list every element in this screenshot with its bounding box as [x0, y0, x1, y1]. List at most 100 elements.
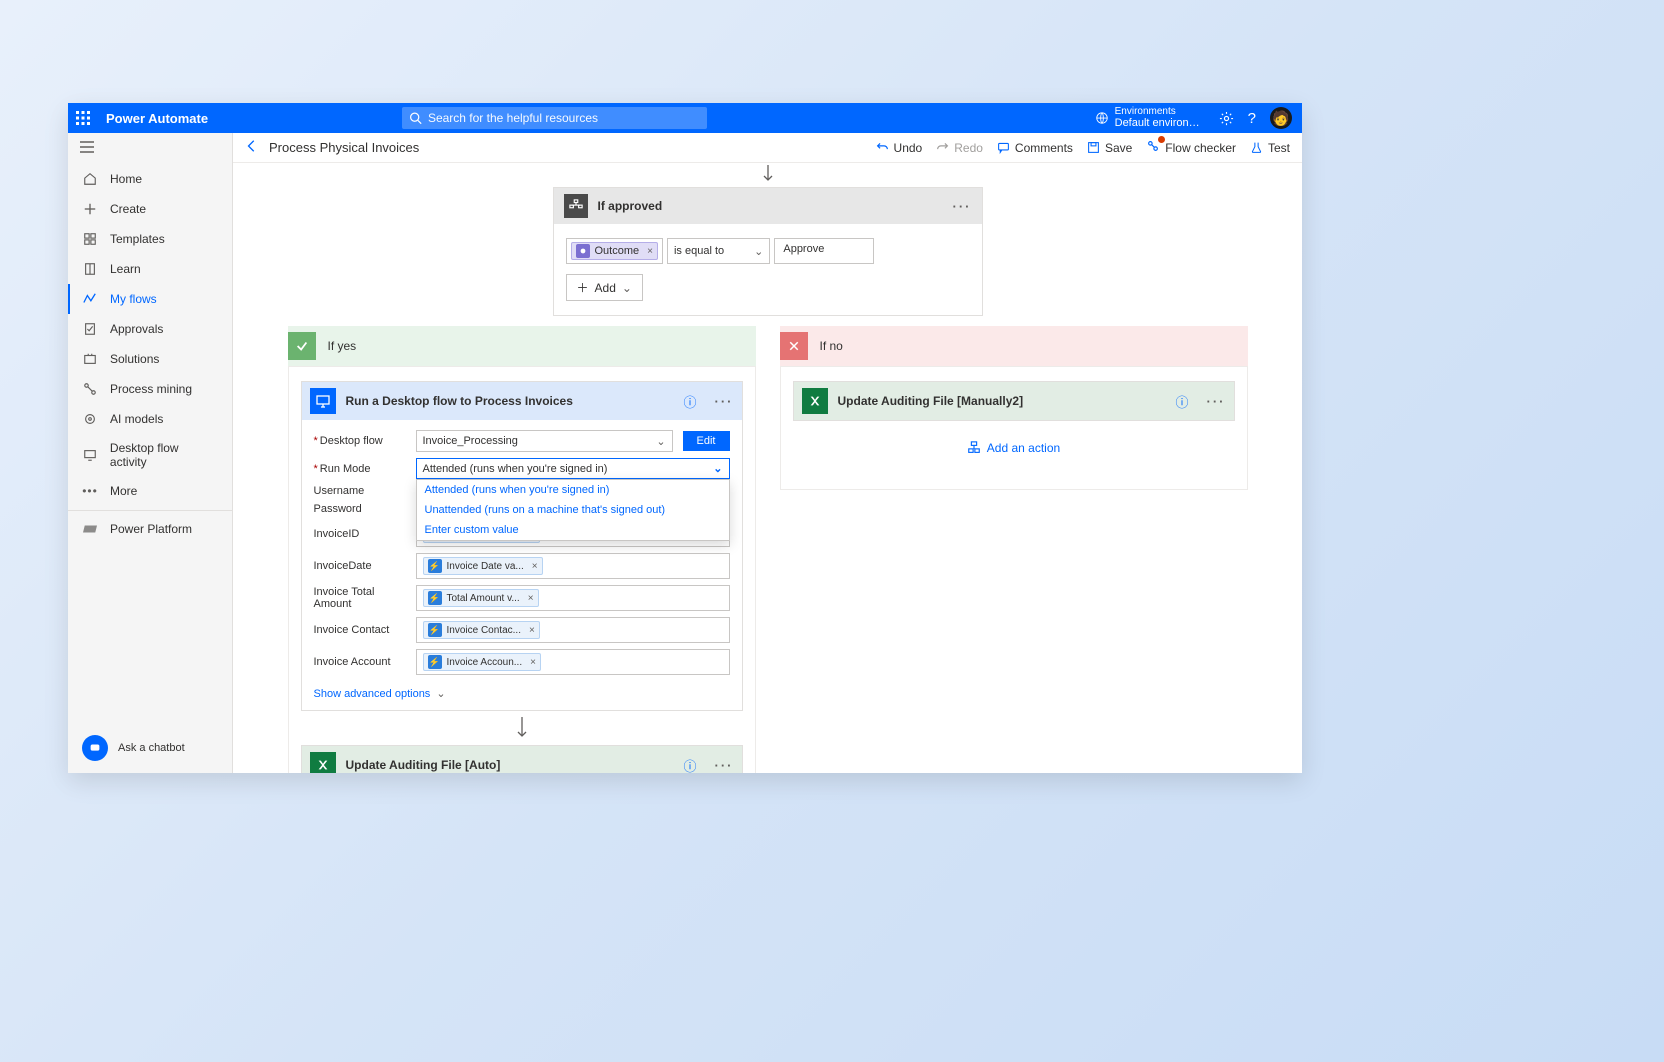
sidebar-item-label: AI models	[110, 412, 163, 426]
save-icon	[1087, 141, 1100, 154]
password-label: Password	[314, 503, 406, 515]
sidebar-item-power-platform[interactable]: Power Platform	[68, 510, 232, 544]
add-condition-button[interactable]: ＋Add⌄	[566, 274, 643, 301]
app-launcher-button[interactable]	[68, 103, 98, 133]
chevron-down-icon: ⌄	[754, 245, 763, 258]
flow-checker-button[interactable]: Flow checker	[1146, 139, 1236, 156]
action-menu[interactable]: ···	[715, 758, 734, 773]
sidebar-item-approvals[interactable]: Approvals	[68, 314, 232, 344]
home-icon	[82, 171, 98, 187]
sidebar-item-home[interactable]: Home	[68, 164, 232, 194]
dynamic-content-icon: ⚡	[428, 591, 442, 605]
invoice-account-input[interactable]: ⚡Invoice Accoun...×	[416, 649, 730, 675]
search-input[interactable]	[402, 107, 707, 129]
action-menu[interactable]: ···	[1207, 394, 1226, 409]
sidebar-item-more[interactable]: •••More	[68, 476, 232, 506]
sidebar-item-label: Solutions	[110, 352, 159, 366]
chatbot-label: Ask a chatbot	[118, 742, 185, 754]
sidebar-item-desktop-activity[interactable]: Desktop flow activity	[68, 434, 232, 476]
sidebar-item-learn[interactable]: Learn	[68, 254, 232, 284]
plus-icon: ＋	[577, 279, 589, 296]
sidebar-item-create[interactable]: Create	[68, 194, 232, 224]
show-advanced-options[interactable]: Show advanced options⌄	[314, 687, 446, 700]
remove-chip[interactable]: ×	[530, 657, 536, 668]
invoice-contact-label: Invoice Contact	[314, 624, 406, 636]
sidebar-item-solutions[interactable]: Solutions	[68, 344, 232, 374]
condition-title: If approved	[598, 199, 663, 213]
action-menu[interactable]: ···	[715, 394, 734, 409]
dynamic-content-icon: ⚡	[428, 559, 442, 573]
environments-icon	[1095, 111, 1109, 125]
excel-manual-card[interactable]: Update Auditing File [Manually2] ⓘ ···	[793, 381, 1235, 421]
platform-icon	[82, 521, 98, 537]
undo-icon	[876, 141, 889, 154]
undo-button[interactable]: Undo	[876, 141, 923, 155]
sidebar-item-ai-models[interactable]: AI models	[68, 404, 232, 434]
run-mode-select[interactable]: Attended (runs when you're signed in)⌄	[416, 458, 730, 479]
sidebar-item-my-flows[interactable]: My flows	[68, 284, 232, 314]
excel-icon	[802, 388, 828, 414]
environment-picker[interactable]: Environments Default environm...	[1095, 106, 1205, 129]
invoice-total-input[interactable]: ⚡Total Amount v...×	[416, 585, 730, 611]
help-icon[interactable]: ⓘ	[1175, 392, 1188, 411]
canvas[interactable]: If approved ··· Outcome× is equal to⌄ Ap…	[233, 163, 1302, 773]
alert-badge	[1158, 136, 1165, 143]
branch-no-header[interactable]: If no	[780, 326, 1248, 366]
remove-chip[interactable]: ×	[528, 593, 534, 604]
flows-icon	[82, 291, 98, 307]
desktop-flow-label: Desktop flow	[314, 435, 406, 447]
condition-menu[interactable]: ···	[953, 199, 972, 214]
excel-auto-card[interactable]: Update Auditing File [Auto] ⓘ ···	[301, 745, 743, 773]
test-button[interactable]: Test	[1250, 141, 1290, 155]
sidebar-item-label: More	[110, 484, 137, 498]
invoice-date-input[interactable]: ⚡Invoice Date va...×	[416, 553, 730, 579]
invoice-contact-input[interactable]: ⚡Invoice Contac...×	[416, 617, 730, 643]
book-icon	[82, 261, 98, 277]
condition-left-input[interactable]: Outcome×	[566, 238, 663, 264]
chevron-down-icon: ⌄	[656, 435, 665, 448]
test-icon	[1250, 141, 1263, 154]
process-icon	[82, 381, 98, 397]
dynamic-content-icon: ⚡	[428, 655, 442, 669]
solutions-icon	[82, 351, 98, 367]
action-title: Update Auditing File [Manually2]	[838, 394, 1024, 408]
desktop-flow-card[interactable]: Run a Desktop flow to Process Invoices ⓘ…	[301, 381, 743, 711]
sidebar-item-process-mining[interactable]: Process mining	[68, 374, 232, 404]
redo-button[interactable]: Redo	[936, 141, 983, 155]
run-mode-option[interactable]: Unattended (runs on a machine that's sig…	[417, 500, 729, 520]
gear-icon[interactable]	[1219, 111, 1234, 126]
remove-chip[interactable]: ×	[529, 625, 535, 636]
help-icon[interactable]: ⓘ	[683, 756, 696, 774]
run-mode-option[interactable]: Attended (runs when you're signed in)	[417, 480, 729, 500]
add-action-icon	[967, 441, 981, 455]
sidebar-item-templates[interactable]: Templates	[68, 224, 232, 254]
desktop-flow-icon	[310, 388, 336, 414]
chevron-down-icon: ⌄	[713, 462, 722, 475]
remove-chip[interactable]: ×	[532, 561, 538, 572]
chatbot-button[interactable]: Ask a chatbot	[68, 723, 232, 773]
condition-operator-select[interactable]: is equal to⌄	[667, 238, 770, 264]
branch-yes-label: If yes	[328, 339, 357, 353]
remove-token[interactable]: ×	[647, 246, 653, 257]
help-icon[interactable]: ?	[1248, 110, 1256, 127]
connector-arrow	[301, 711, 743, 745]
desktop-flow-select[interactable]: Invoice_Processing⌄	[416, 430, 673, 452]
edit-button[interactable]: Edit	[683, 431, 730, 451]
condition-right-input[interactable]: Approve	[774, 238, 874, 264]
comments-button[interactable]: Comments	[997, 141, 1073, 155]
back-button[interactable]	[245, 139, 259, 156]
checkmark-icon	[288, 332, 316, 360]
username-label: Username	[314, 485, 406, 497]
add-action-button[interactable]: Add an action	[793, 421, 1235, 475]
dynamic-content-icon: ⚡	[428, 623, 442, 637]
user-avatar[interactable]: 🧑	[1270, 107, 1292, 129]
invoice-date-label: InvoiceDate	[314, 560, 406, 572]
run-mode-option[interactable]: Enter custom value	[417, 520, 729, 540]
invoice-id-label: InvoiceID	[314, 528, 406, 540]
branch-yes-header[interactable]: If yes	[288, 326, 756, 366]
save-button[interactable]: Save	[1087, 141, 1132, 155]
sidebar-toggle[interactable]	[68, 133, 232, 164]
condition-card[interactable]: If approved ··· Outcome× is equal to⌄ Ap…	[553, 187, 983, 316]
topbar: Power Automate Environments Default envi…	[68, 103, 1302, 133]
help-icon[interactable]: ⓘ	[683, 392, 696, 411]
